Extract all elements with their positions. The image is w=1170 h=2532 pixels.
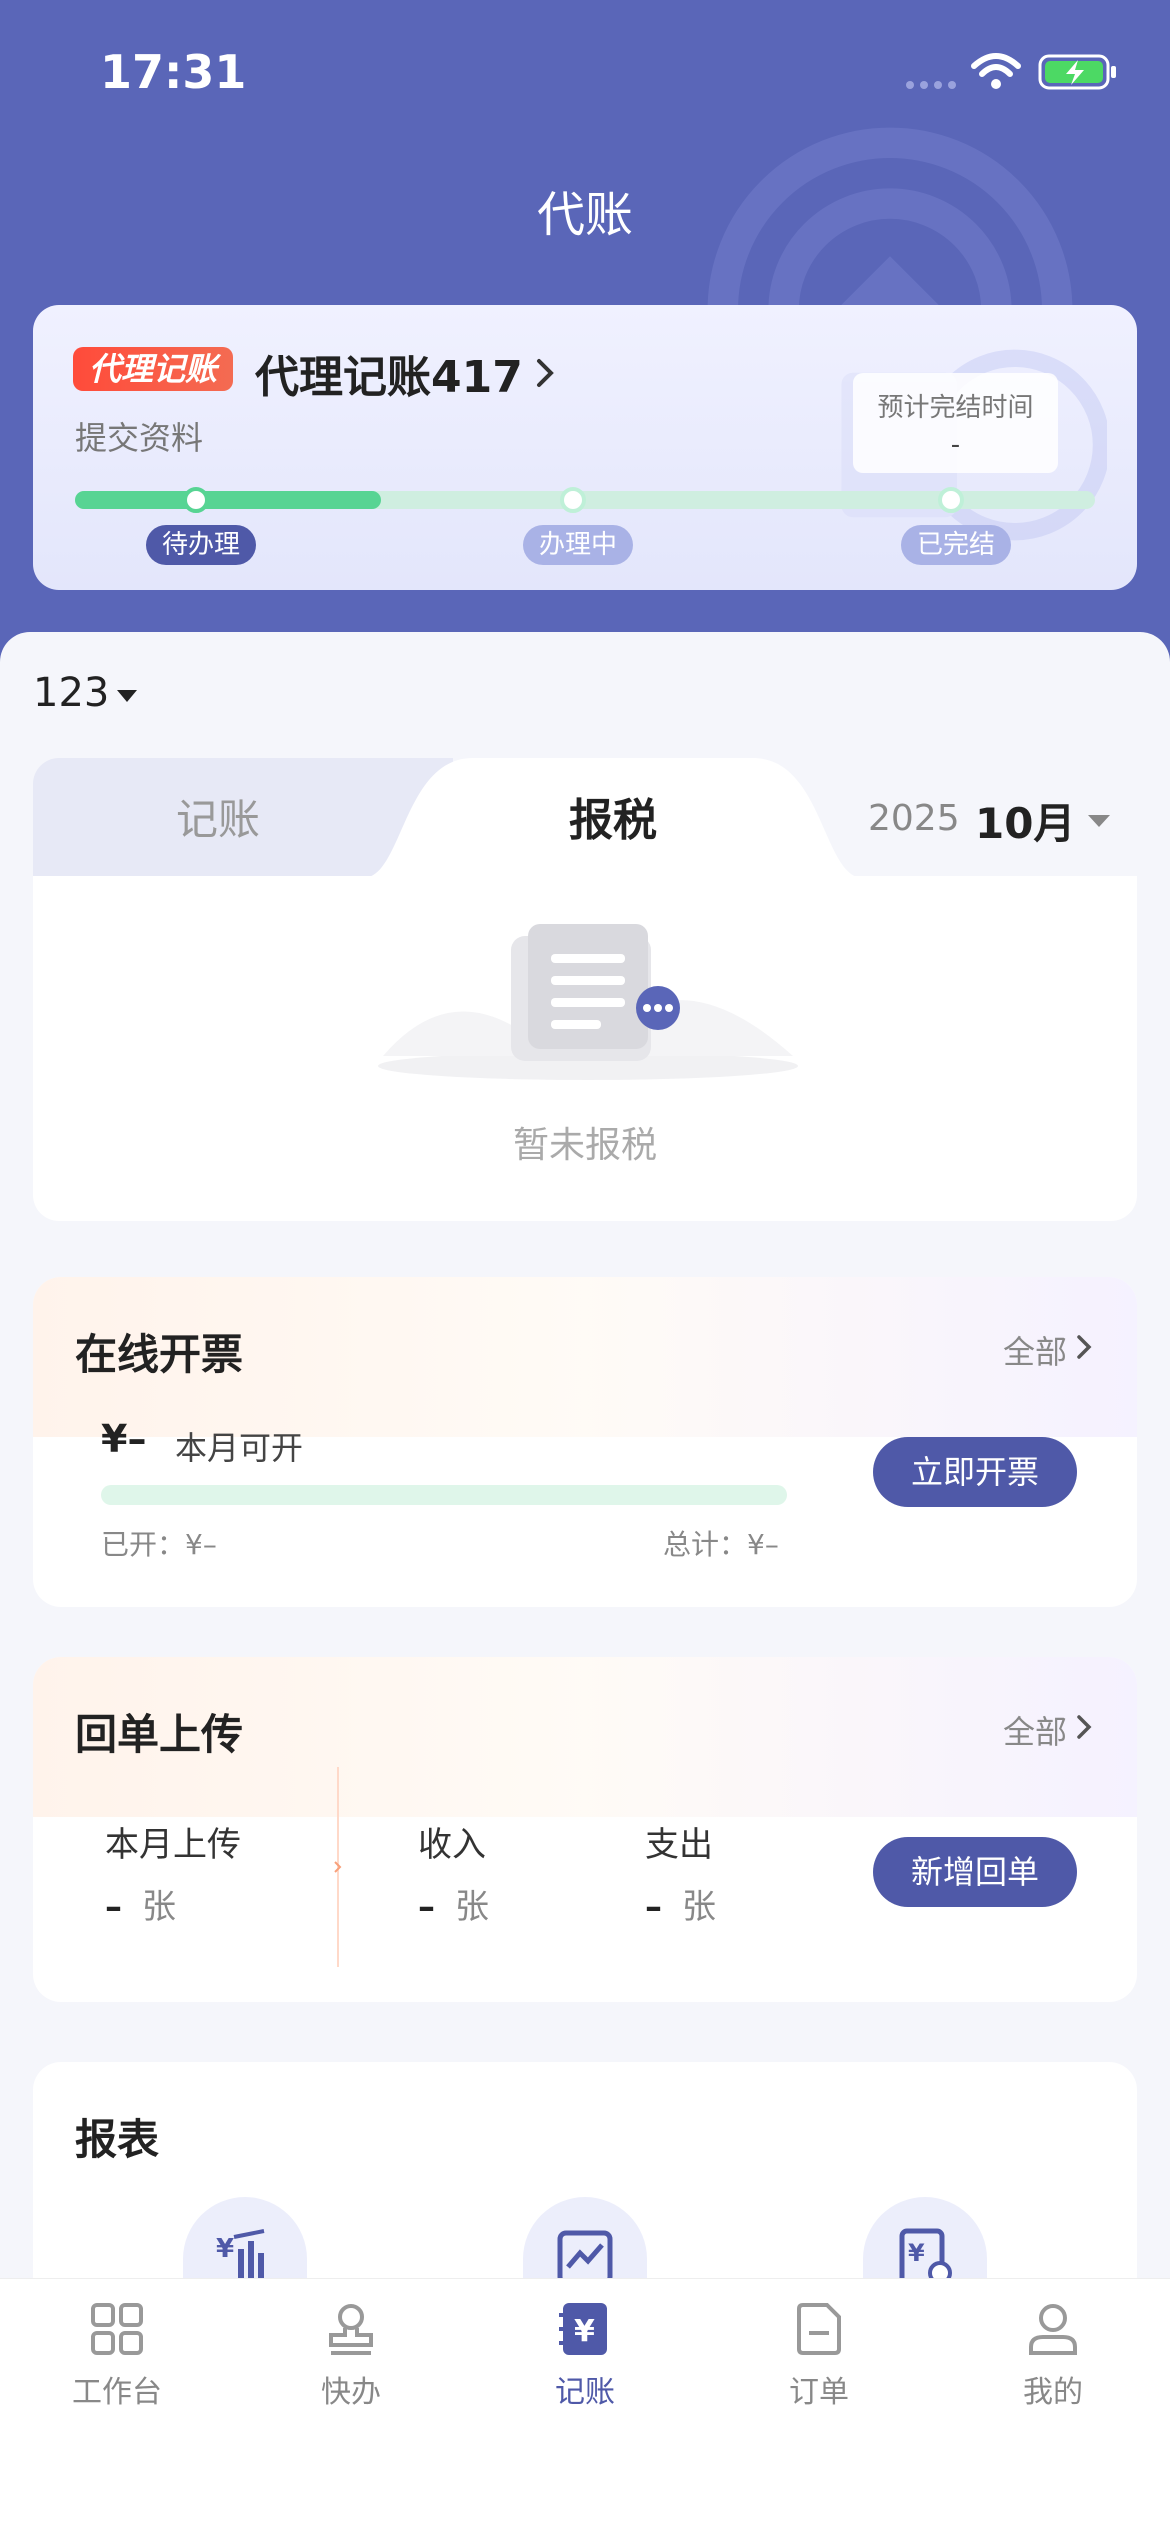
tab-bookkeeping-label: 记账	[175, 795, 260, 844]
expense-value: – 张	[645, 1879, 716, 1928]
expense-count: –	[645, 1887, 662, 1927]
wifi-icon	[971, 53, 1021, 89]
expense-unit: 张	[682, 1887, 716, 1927]
tab-tax-filing[interactable]: 报税	[398, 784, 828, 848]
caret-down-icon[interactable]	[1088, 815, 1110, 827]
empty-state-text: 暂未报税	[512, 1125, 657, 1166]
eta-box: 预计完结时间 -	[853, 373, 1058, 473]
ledger-icon: ¥	[559, 2303, 607, 2355]
report-entry-trend[interactable]	[523, 2197, 647, 2287]
svg-text:¥: ¥	[574, 2314, 595, 2349]
step-node-processing	[560, 487, 586, 513]
service-stage: 提交资料	[75, 419, 204, 457]
battery-charging-icon	[1038, 54, 1116, 90]
empty-document-icon	[378, 924, 798, 1080]
step-node-pending	[183, 487, 209, 513]
svg-text:¥: ¥	[216, 2234, 234, 2264]
tab-workbench[interactable]: 工作台	[0, 2301, 234, 2411]
receipt-card-title: 回单上传	[75, 1710, 244, 1759]
monthly-upload-count: –	[105, 1887, 122, 1927]
tab-orders[interactable]: 订单	[702, 2301, 936, 2411]
chevron-right-icon[interactable]	[1075, 1333, 1093, 1361]
service-progress-card[interactable]: 代理记账 代理记账417 提交资料 预计完结时间 - 待办理 办理中 已完结	[33, 305, 1137, 590]
receipt-upload-card: 回单上传 全部 本月上传 – 张 收入 – 张 支出 – 张 新增回单	[33, 1657, 1137, 2002]
record-tab-strip: 记账 报税 2025 10月	[33, 758, 1137, 878]
income-label: 收入	[418, 1825, 486, 1865]
grid-icon	[91, 2303, 143, 2355]
tab-profile-label: 我的	[1023, 2375, 1083, 2410]
tab-quick-service[interactable]: 快办	[234, 2301, 468, 2411]
monthly-upload-label: 本月上传	[105, 1825, 241, 1865]
monthly-upload-unit: 张	[142, 1887, 176, 1927]
invoice-card-title: 在线开票	[75, 1330, 244, 1379]
main-content: 123 记账 报税 2025 10月 暂未报税 在线开票 全部 ¥– 本月可开 …	[0, 632, 1170, 2532]
status-bar: 17:31	[0, 0, 1170, 150]
tab-workbench-label: 工作台	[72, 2375, 162, 2410]
issue-invoice-button[interactable]: 立即开票	[873, 1437, 1077, 1507]
order-icon	[797, 2303, 841, 2355]
service-type-badge: 代理记账	[73, 347, 234, 391]
caret-down-icon[interactable]	[117, 690, 137, 702]
invoice-available-amount: ¥–	[101, 1417, 147, 1461]
eta-label: 预计完结时间	[877, 393, 1034, 423]
step-label-processing: 办理中	[522, 525, 634, 565]
step-label-pending: 待办理	[145, 525, 257, 565]
expense-label: 支出	[645, 1825, 713, 1865]
service-title[interactable]: 代理记账417	[255, 341, 523, 405]
tax-panel: 暂未报税	[33, 876, 1137, 1221]
svg-text:¥: ¥	[908, 2239, 925, 2267]
stamp-icon	[329, 2304, 373, 2355]
tab-profile[interactable]: 我的	[936, 2301, 1170, 2411]
tab-bookkeeping-nav-label: 记账	[555, 2375, 615, 2410]
step-node-completed	[938, 487, 964, 513]
income-value: – 张	[418, 1879, 489, 1928]
receipt-view-all[interactable]: 全部	[1003, 1707, 1067, 1753]
page-title: 代账	[536, 187, 633, 243]
bottom-tab-bar: 工作台 快办 ¥ 记账 订单 我的	[0, 2278, 1170, 2532]
signal-icon	[906, 81, 956, 89]
chevron-right-icon[interactable]	[533, 355, 559, 391]
income-count: –	[418, 1887, 435, 1927]
tab-bookkeeping-nav[interactable]: ¥ 记账	[468, 2301, 702, 2411]
user-icon	[1029, 2304, 1077, 2355]
invoice-total-amount: 总计：¥–	[663, 1528, 779, 1561]
online-invoice-card: 在线开票 全部 ¥– 本月可开 已开：¥– 总计：¥– 立即开票	[33, 1277, 1137, 1607]
report-entry-income[interactable]: ¥	[183, 2197, 307, 2287]
step-label-completed: 已完结	[900, 525, 1012, 565]
add-receipt-button[interactable]: 新增回单	[873, 1837, 1077, 1907]
tab-orders-label: 订单	[789, 2375, 849, 2410]
month-selector[interactable]: 10月	[975, 790, 1075, 851]
eta-value: -	[950, 430, 961, 460]
income-unit: 张	[455, 1887, 489, 1927]
report-entry-expense[interactable]: ¥	[863, 2197, 987, 2287]
chevron-right-icon[interactable]	[1075, 1713, 1093, 1741]
status-time: 17:31	[100, 45, 247, 99]
report-card-title: 报表	[75, 2115, 160, 2164]
tab-quick-service-label: 快办	[321, 2375, 381, 2410]
company-selector[interactable]: 123	[33, 670, 109, 716]
invoice-view-all[interactable]: 全部	[1003, 1327, 1067, 1373]
invoice-progress-track	[101, 1485, 787, 1505]
invoice-opened-amount: 已开：¥–	[101, 1528, 217, 1561]
year-label[interactable]: 2025	[868, 798, 960, 839]
monthly-upload-value: – 张	[105, 1879, 176, 1928]
progress-fill	[75, 491, 381, 509]
invoice-available-label: 本月可开	[175, 1429, 304, 1467]
divider-icon	[334, 1767, 342, 1967]
